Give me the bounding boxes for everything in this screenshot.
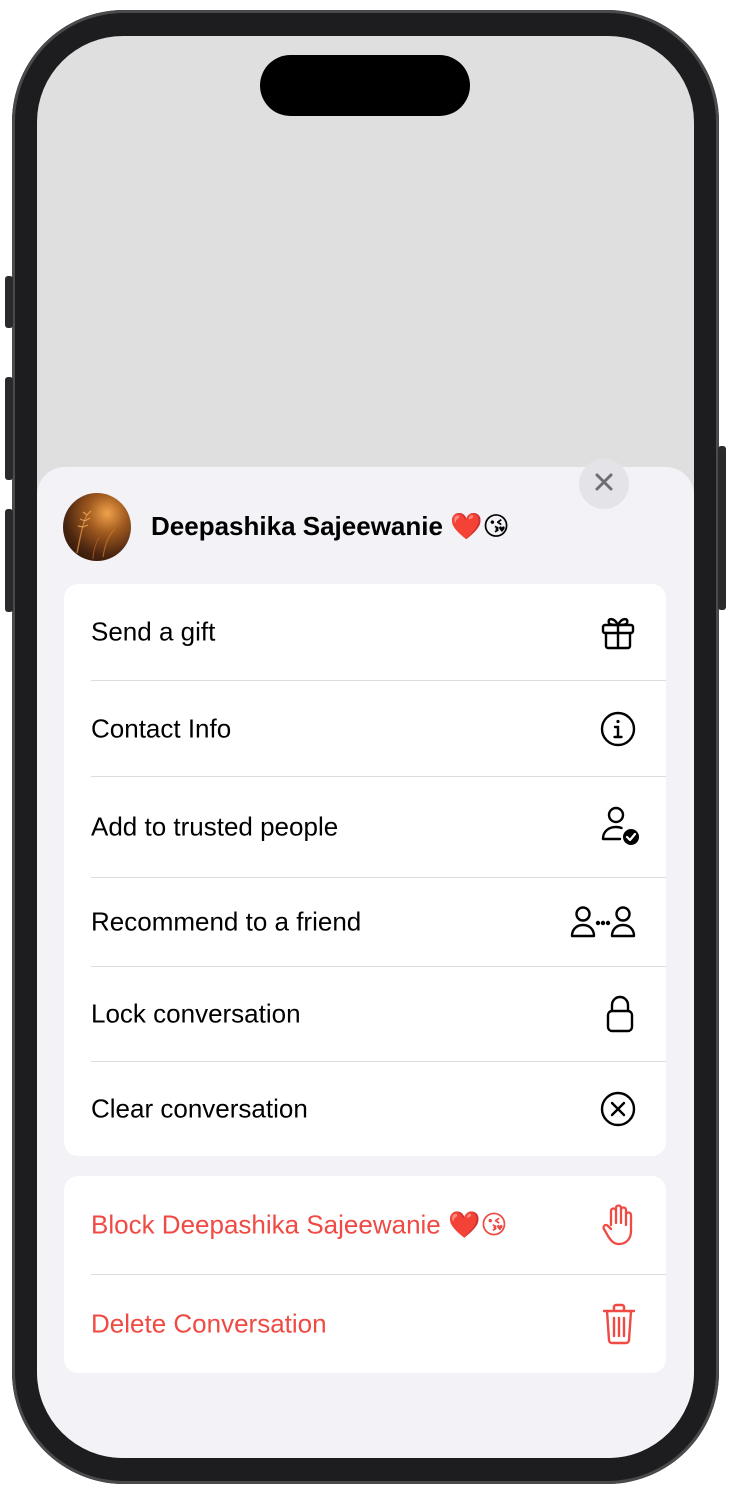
people-share-icon — [570, 902, 638, 942]
action-sheet: Deepashika Sajeewanie ❤️😘 Send a gift Co… — [37, 467, 694, 1458]
dynamic-island — [260, 55, 470, 116]
close-icon — [593, 471, 615, 498]
menu-item-label: Delete Conversation — [91, 1308, 327, 1339]
power-button — [718, 446, 726, 610]
lock-icon — [602, 993, 638, 1035]
screen: Deepashika Sajeewanie ❤️😘 Send a gift Co… — [37, 36, 694, 1458]
menu-item-delete[interactable]: Delete Conversation — [64, 1275, 666, 1373]
gift-icon — [598, 612, 638, 652]
menu-item-label: Lock conversation — [91, 998, 301, 1029]
menu-item-lock[interactable]: Lock conversation — [64, 967, 666, 1061]
x-circle-icon — [598, 1089, 638, 1129]
menu-item-contact-info[interactable]: Contact Info — [64, 681, 666, 776]
avatar — [63, 493, 131, 561]
menu-item-label: Clear conversation — [91, 1093, 308, 1124]
volume-up-button — [5, 377, 13, 480]
menu-item-recommend[interactable]: Recommend to a friend — [64, 878, 666, 966]
menu-item-block[interactable]: Block Deepashika Sajeewanie ❤️😘 — [64, 1176, 666, 1274]
volume-down-button — [5, 509, 13, 612]
danger-group: Block Deepashika Sajeewanie ❤️😘 Delete C… — [64, 1176, 666, 1373]
trash-icon — [600, 1302, 638, 1346]
info-circle-icon — [598, 709, 638, 749]
person-shield-icon — [598, 805, 644, 849]
contact-name: Deepashika Sajeewanie ❤️😘 — [151, 511, 510, 541]
menu-item-label: Block Deepashika Sajeewanie ❤️😘 — [91, 1209, 508, 1240]
options-group: Send a gift Contact Info Add to trusted … — [64, 584, 666, 1156]
menu-item-label: Add to trusted people — [91, 811, 339, 842]
menu-item-label: Contact Info — [91, 713, 232, 743]
menu-item-send-gift[interactable]: Send a gift — [64, 584, 666, 680]
menu-item-trusted-people[interactable]: Add to trusted people — [64, 777, 666, 877]
menu-item-clear[interactable]: Clear conversation — [64, 1062, 666, 1156]
raised-hand-icon — [600, 1203, 638, 1247]
menu-item-label: Send a gift — [91, 616, 216, 647]
action-button — [5, 276, 13, 328]
close-button[interactable] — [579, 459, 629, 509]
menu-item-label: Recommend to a friend — [91, 906, 362, 937]
